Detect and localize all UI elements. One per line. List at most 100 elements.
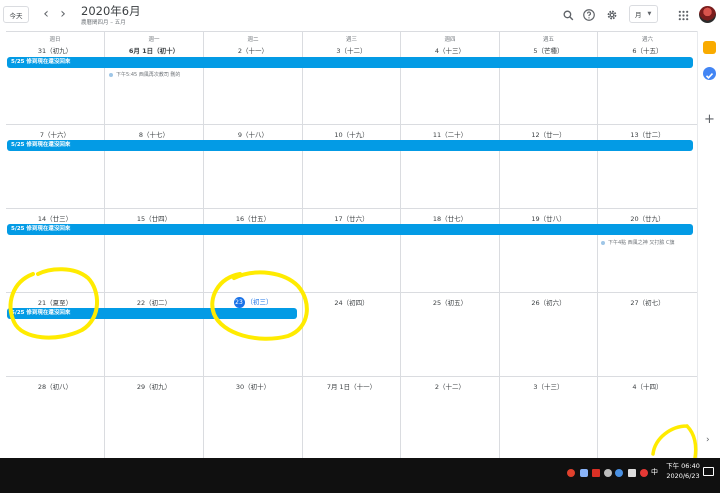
day-number: 24（初四） [334,299,369,307]
recurring-event-bar[interactable]: 5/25 修到現在還沒回來 [7,57,693,68]
tray-app-icon[interactable] [567,469,575,477]
help-icon[interactable] [580,6,598,24]
day-cell[interactable]: 29（初九） [105,377,204,459]
day-cell[interactable]: 8（十七） [105,125,204,209]
day-cell[interactable]: 4（十四） [598,377,697,459]
day-cell[interactable]: 20（廿九） 下午4點 西風之神 又打臉 C旗 [598,209,697,293]
day-number: 30（初十） [235,383,271,391]
tray-x-icon[interactable] [592,469,600,477]
day-cell[interactable]: 28（初八） [6,377,105,459]
day-cell[interactable]: 27（初七） [598,293,697,377]
day-cell[interactable]: 週一 6月 1日（初十） 下午5:45 西風再次教司 刪的 [105,32,204,125]
day-number: 20（廿九） [630,215,665,223]
ime-label[interactable]: 中 [651,467,658,477]
event-dot-icon [601,240,605,245]
day-number: 18（廿七） [432,215,468,223]
calendar-event[interactable]: 下午5:45 西風再次教司 刪的 [109,71,201,78]
recurring-event-bar[interactable]: 5/25 修到現在還沒回來 [7,140,693,151]
day-number: 5（芒種） [533,47,564,55]
day-number: 3（十三） [533,383,564,391]
day-cell[interactable]: 13（廿二） [598,125,697,209]
tasks-icon[interactable] [703,67,716,80]
day-cell[interactable]: 週六 6（十五） [598,32,697,125]
windows-taskbar: 中 下午 06:40 2020/6/23 [0,458,720,493]
weekday-label: 週二 [247,37,259,43]
network-icon[interactable] [628,469,636,477]
day-cell[interactable]: 週日 31（初九） [6,32,105,125]
chevron-left-icon[interactable]: ‹ [38,5,54,23]
day-cell[interactable]: 26（初六） [500,293,598,377]
day-cell[interactable]: 2（十二） [401,377,500,459]
tray-misc-icon[interactable] [604,469,612,477]
day-cell[interactable]: 12（廿一） [500,125,598,209]
tray-red-icon[interactable] [640,469,648,477]
day-number: 21（夏至） [37,299,73,307]
day-number: 7（十六） [39,131,71,139]
day-cell[interactable]: 週二 2（十一） [204,32,303,125]
event-title: 下午4點 西風之神 又打臉 C旗 [608,240,675,246]
day-number: 12（廿一） [531,131,566,139]
day-cell[interactable]: 11（二十） [401,125,500,209]
day-cell[interactable]: 7（十六） [6,125,105,209]
weekday-label: 週五 [542,37,554,43]
keep-icon[interactable] [703,41,716,54]
day-number: 11（二十） [432,131,468,139]
search-icon[interactable] [559,6,577,24]
day-cell[interactable]: 週三 3（十二） [303,32,401,125]
day-cell[interactable]: 9（十八） [204,125,303,209]
day-number: 9（十八） [237,131,269,139]
weekday-label: 週三 [345,37,357,43]
day-cell[interactable]: 21（夏至） [6,293,105,377]
today-button[interactable]: 今天 [3,6,29,23]
day-cell[interactable]: 7月 1日（十一） [303,377,401,459]
day-cell[interactable]: 17（廿六） [303,209,401,293]
day-cell[interactable]: 19（廿八） [500,209,598,293]
day-cell[interactable]: 24（初四） [303,293,401,377]
system-clock[interactable]: 下午 06:40 2020/6/23 [663,461,703,481]
day-number: 31（初九） [37,47,73,55]
day-cell[interactable]: 22（初二） [105,293,204,377]
day-cell-today[interactable]: 23 （初三） [204,293,303,377]
day-number: 27（初七） [630,299,665,307]
calendar-event[interactable]: 下午4點 西風之神 又打臉 C旗 [601,239,695,246]
day-number: 15（廿四） [136,215,172,223]
day-number: 2（十二） [434,383,466,391]
day-cell[interactable]: 25（初五） [401,293,500,377]
day-cell[interactable]: 30（初十） [204,377,303,459]
day-number: 26（初六） [531,299,566,307]
day-number: 4（十三） [434,47,466,55]
day-cell[interactable]: 15（廿四） [105,209,204,293]
day-cell[interactable]: 3（十三） [500,377,598,459]
gear-icon[interactable] [603,6,621,24]
apps-grid-icon[interactable] [674,6,692,24]
day-cell[interactable]: 週五 5（芒種） [500,32,598,125]
week-row: 21（夏至） 22（初二） 23 （初三） 24（初四） 25（初五） 26（初六… [6,293,697,377]
clock-date: 2020/6/23 [666,472,700,480]
chevron-right-icon[interactable]: › [55,5,71,23]
recurring-event-bar[interactable]: 5/25 修到現在還沒回來 [7,308,297,319]
day-number: 2（十一） [237,47,269,55]
add-icon[interactable]: + [703,113,716,126]
notification-icon[interactable] [703,467,714,476]
recurring-event-bar[interactable]: 5/25 修到現在還沒回來 [7,224,693,235]
week-row: 7（十六） 8（十七） 9（十八） 10（十九） 11（二十） 12（廿一） 1… [6,125,697,209]
week-row: 週日 31（初九） 週一 6月 1日（初十） 下午5:45 西風再次教司 刪的 … [6,32,697,125]
bluetooth-icon[interactable] [615,469,623,477]
day-cell[interactable]: 18（廿七） [401,209,500,293]
lunar-subtitle: 農曆閏四月 – 五月 [81,20,126,26]
day-number: 29（初九） [136,383,172,391]
weekday-label: 週日 [49,37,61,43]
side-panel: + › [697,31,720,458]
day-number: 7月 1日（十一） [326,383,377,391]
day-number: 6（十五） [632,47,663,55]
day-cell[interactable]: 週四 4（十三） [401,32,500,125]
day-cell[interactable]: 14（廿三） [6,209,105,293]
chevron-right-icon[interactable]: › [706,435,710,445]
day-cell[interactable]: 10（十九） [303,125,401,209]
steam-icon[interactable] [580,469,588,477]
view-selector[interactable]: 月 ▼ [629,5,658,23]
avatar[interactable] [699,6,716,23]
day-cell[interactable]: 16（廿五） [204,209,303,293]
week-row: 28（初八） 29（初九） 30（初十） 7月 1日（十一） 2（十二） 3（十… [6,377,697,459]
caret-down-icon: ▼ [647,11,652,17]
